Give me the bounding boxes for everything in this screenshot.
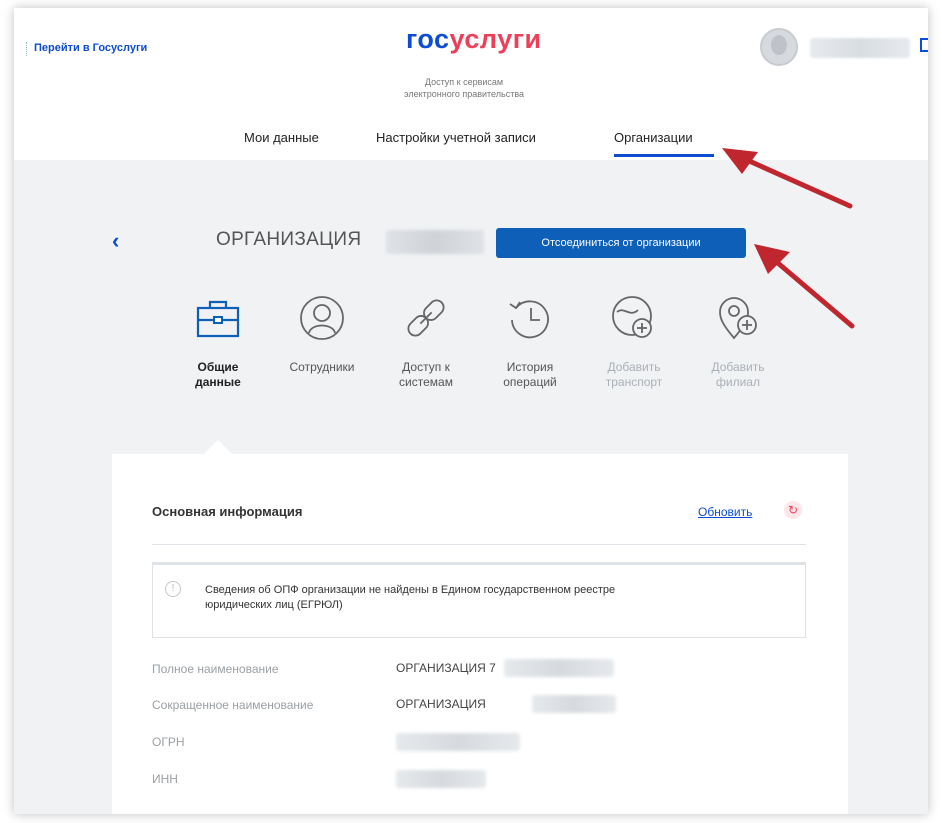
nav-label-line-2: операций bbox=[503, 375, 557, 389]
tagline: Доступ к сервисам электронного правитель… bbox=[364, 76, 564, 100]
back-chevron-icon[interactable]: ‹ bbox=[112, 228, 119, 254]
nav-label-line-2: транспорт bbox=[605, 375, 663, 389]
add-branch-icon bbox=[719, 297, 757, 340]
nav-label-line-1: Добавить bbox=[607, 360, 661, 374]
history-icon bbox=[509, 300, 549, 339]
tab-my-data[interactable]: Мои данные bbox=[244, 130, 319, 145]
nav-label-line-1: Доступ к bbox=[402, 360, 450, 374]
nav-label-line-2: филиал bbox=[716, 375, 760, 389]
nav-label-line-2: данные bbox=[195, 375, 241, 389]
field-value-short-name: ОРГАНИЗАЦИЯ bbox=[396, 697, 486, 711]
nav-label: Сотрудники bbox=[270, 360, 374, 375]
site-header: Перейти в Госуслуги госуслуги Доступ к с… bbox=[14, 8, 928, 160]
nav-label-line-2: системам bbox=[399, 375, 453, 389]
divider bbox=[152, 544, 806, 545]
nav-label-line-1: История bbox=[506, 360, 554, 374]
main-content: ‹ ОРГАНИЗАЦИЯ Отсоединиться от организац… bbox=[14, 160, 928, 814]
goto-gosuslugi-link[interactable]: Перейти в Госуслуги bbox=[25, 42, 147, 56]
organization-title: ОРГАНИЗАЦИЯ bbox=[216, 229, 362, 250]
nav-item-employees[interactable]: Сотрудники bbox=[270, 292, 374, 375]
link-icon bbox=[407, 299, 445, 337]
user-icon bbox=[300, 296, 344, 340]
nav-label: История операций bbox=[478, 360, 582, 390]
tagline-line-2: электронного правительства bbox=[403, 89, 525, 99]
nav-label: Добавить транспорт bbox=[582, 360, 686, 390]
page-frame: Перейти в Госуслуги госуслуги Доступ к с… bbox=[14, 8, 928, 814]
main-info-card: Основная информация Обновить ↻ ! Сведени… bbox=[112, 454, 848, 814]
nav-label: Общие данные bbox=[166, 360, 270, 390]
field-label-short-name: Сокращенное наименование bbox=[152, 698, 314, 712]
account-tabs: Мои данные Настройки учетной записи Орга… bbox=[14, 118, 928, 158]
avatar[interactable] bbox=[760, 28, 798, 66]
active-tab-underline bbox=[614, 154, 714, 157]
field-label-inn: ИНН bbox=[152, 772, 178, 786]
nav-label-line-1: Общие bbox=[197, 360, 239, 374]
egrul-notice: ! Сведения об ОПФ организации не найдены… bbox=[152, 562, 806, 638]
add-transport-icon bbox=[612, 296, 652, 338]
notice-line-2: юридических лиц (ЕГРЮЛ) bbox=[205, 599, 343, 611]
notice-text: Сведения об ОПФ организации не найдены в… bbox=[205, 583, 765, 613]
active-section-pointer bbox=[204, 440, 232, 454]
nav-label: Добавить филиал bbox=[686, 360, 790, 390]
logo-part-1: гос bbox=[406, 24, 450, 54]
disconnect-organization-button[interactable]: Отсоединиться от организации bbox=[496, 228, 746, 258]
refresh-icon[interactable]: ↻ bbox=[784, 501, 802, 519]
short-name-redacted bbox=[532, 695, 616, 713]
field-label-full-name: Полное наименование bbox=[152, 662, 279, 676]
logout-icon[interactable] bbox=[920, 38, 928, 52]
organization-section-nav: Общие данные Сотрудники Доступ к система… bbox=[166, 292, 786, 412]
ogrn-redacted bbox=[396, 733, 520, 751]
nav-item-general-data[interactable]: Общие данные bbox=[166, 292, 270, 390]
notice-line-1: Сведения об ОПФ организации не найдены в… bbox=[205, 584, 616, 596]
nav-item-add-branch[interactable]: Добавить филиал bbox=[686, 292, 790, 390]
tab-account-settings[interactable]: Настройки учетной записи bbox=[376, 130, 536, 145]
logo-part-2: услуги bbox=[449, 24, 542, 54]
briefcase-icon bbox=[196, 300, 240, 338]
nav-item-system-access[interactable]: Доступ к системам bbox=[374, 292, 478, 390]
gosuslugi-logo[interactable]: госуслуги bbox=[406, 24, 542, 55]
username-redacted[interactable] bbox=[810, 38, 910, 58]
field-label-ogrn: ОГРН bbox=[152, 735, 185, 749]
nav-label-line-1: Добавить bbox=[711, 360, 765, 374]
field-value-full-name: ОРГАНИЗАЦИЯ 7 bbox=[396, 661, 496, 675]
tab-organizations[interactable]: Организации bbox=[614, 130, 693, 145]
full-name-redacted bbox=[504, 659, 614, 677]
info-icon: ! bbox=[165, 581, 181, 597]
nav-item-add-transport[interactable]: Добавить транспорт bbox=[582, 292, 686, 390]
organization-name-redacted bbox=[386, 230, 484, 254]
nav-item-operation-history[interactable]: История операций bbox=[478, 292, 582, 390]
nav-label: Доступ к системам bbox=[374, 360, 478, 390]
tagline-line-1: Доступ к сервисам bbox=[424, 77, 504, 87]
refresh-link[interactable]: Обновить bbox=[698, 505, 752, 519]
inn-redacted bbox=[396, 770, 486, 788]
nav-label-line-1: Сотрудники bbox=[289, 360, 355, 374]
card-title: Основная информация bbox=[152, 504, 303, 519]
